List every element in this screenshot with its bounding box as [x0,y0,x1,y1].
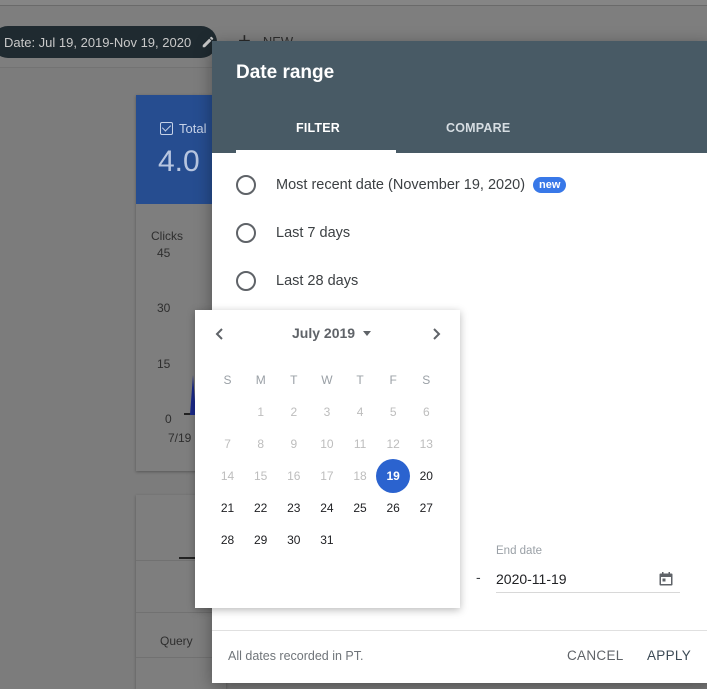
calendar-day-selected[interactable]: 19 [376,459,411,493]
y-tick: 0 [165,412,172,426]
calendar-empty-cell [410,524,443,556]
calendar-day[interactable]: 22 [244,492,277,524]
calendar-day[interactable]: 30 [277,524,310,556]
tab-filter[interactable]: FILTER [296,121,340,135]
calendar-day[interactable]: 20 [410,460,443,492]
calendar-week-row: 7 8 9 10 11 12 13 [211,428,443,460]
calendar-day-disabled: 10 [320,437,334,451]
weekday-label: F [389,373,397,387]
timezone-note: All dates recorded in PT. [228,649,364,663]
calendar-day-disabled: 2 [290,405,298,419]
calendar-grid: SMTWTFS 1 2 3 4 5 6 7 8 9 10 11 12 13 14 15 16 17 18 19 20 2… [211,364,443,556]
weekday-label: W [321,373,333,387]
calendar-day[interactable]: 21 [211,492,244,524]
end-date-value: 2020-11-19 [496,570,567,587]
caret-down-icon [363,330,372,336]
calendar-day-disabled: 18 [353,469,367,483]
calendar-week-row: 1 2 3 4 5 6 [211,396,443,428]
dialog-title: Date range [236,62,335,83]
calendar-day-disabled: 9 [290,437,298,451]
calendar-day-disabled: 3 [323,405,331,419]
calendar-day-disabled: 6 [422,405,430,419]
month-year-selector[interactable]: July 2019 [292,325,372,341]
calendar-empty-cell [344,524,377,556]
calendar-day[interactable]: 31 [310,524,343,556]
total-label: Total [179,121,207,136]
calendar-day-disabled: 13 [419,437,433,451]
date-filter-label: Date: Jul 19, 2019-Nov 19, 2020 [4,34,192,50]
start-date-calendar: July 2019 SMTWTFS 1 2 3 4 5 6 7 8 9 10 11 12 13 14 15 1… [195,310,460,608]
option-last-7-days[interactable]: Last 7 days [236,223,350,243]
cancel-button[interactable]: CANCEL [567,648,624,663]
y-tick: 15 [157,357,171,371]
calendar-day[interactable]: 27 [410,492,443,524]
calendar-day-disabled: 8 [257,437,265,451]
total-value: 4.0 [158,145,200,178]
checkbox-checked-icon[interactable] [160,122,173,135]
calendar-day[interactable]: 24 [310,492,343,524]
dialog-header: Date range FILTER COMPARE [212,41,707,153]
calendar-icon[interactable] [658,571,674,587]
chevron-right-icon [433,328,441,340]
active-tab-indicator [236,150,396,153]
calendar-day-disabled: 1 [257,405,265,419]
option-most-recent-date[interactable]: Most recent date (November 19, 2020) new [236,175,567,195]
calendar-day[interactable]: 28 [211,524,244,556]
tab-compare[interactable]: COMPARE [446,121,510,135]
y-tick: 45 [157,246,171,260]
next-month-button[interactable] [424,322,448,346]
calendar-week-row: 14 15 16 17 18 19 20 [211,459,443,493]
end-date-label: End date [496,545,543,557]
calendar-week-row: 21 22 23 24 25 26 27 [211,492,443,524]
radio-unchecked-icon[interactable] [236,175,256,195]
previous-month-button[interactable] [208,322,232,346]
date-range-separator: - [476,569,481,585]
x-tick: 7/19 [168,431,192,445]
calendar-day-disabled: 11 [353,437,367,451]
calendar-day-number: 19 [386,469,400,483]
option-label: Most recent date (November 19, 2020) [276,177,526,193]
calendar-day-disabled: 5 [389,405,397,419]
option-label: Last 7 days [276,225,351,241]
calendar-day[interactable]: 29 [244,524,277,556]
calendar-day-disabled: 14 [220,469,235,483]
weekday-label: S [422,373,431,387]
calendar-day-disabled: 15 [254,469,268,483]
weekday-label: M [255,373,266,387]
weekday-label: T [356,373,364,387]
option-last-28-days[interactable]: Last 28 days [236,271,358,291]
weekday-label: S [223,373,232,387]
calendar-day[interactable]: 25 [344,492,377,524]
calendar-empty-cell [211,396,244,428]
chevron-left-icon [215,328,223,340]
calendar-day-disabled: 7 [224,437,231,451]
calendar-day-disabled: 16 [287,469,301,483]
footer-divider [212,630,707,631]
apply-button[interactable]: APPLY [647,648,691,663]
calendar-day-disabled: 4 [356,405,364,419]
calendar-empty-cell [377,524,410,556]
calendar-week-row: 28 29 30 31 [211,524,443,556]
calendar-day[interactable]: 26 [377,492,410,524]
end-date-input[interactable]: 2020-11-19 [496,565,680,593]
weekday-header-row: SMTWTFS [211,364,443,396]
radio-unchecked-icon[interactable] [236,271,256,291]
table-header-query[interactable]: Query [160,634,193,648]
date-filter-chip[interactable]: Date: Jul 19, 2019-Nov 19, 2020 [0,26,217,58]
calendar-day-disabled: 17 [320,469,334,483]
y-tick: 30 [157,301,171,315]
calendar-day[interactable]: 23 [277,492,310,524]
chart-axis-title: Clicks [151,229,183,243]
radio-unchecked-icon[interactable] [236,223,256,243]
option-label: Last 28 days [276,273,359,289]
new-badge: new [533,177,567,193]
month-year-label: July 2019 [292,325,356,341]
weekday-label: T [290,373,298,387]
calendar-day-disabled: 12 [386,437,400,451]
